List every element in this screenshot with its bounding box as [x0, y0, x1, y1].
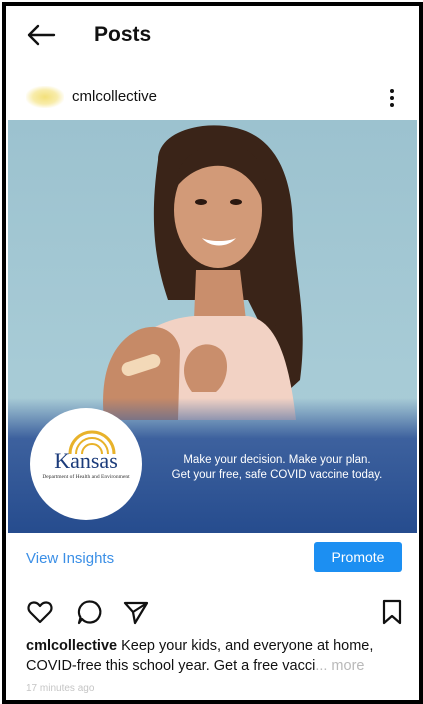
top-bar: Posts — [6, 6, 419, 66]
more-vertical-icon — [390, 89, 394, 107]
more-options-button[interactable] — [380, 84, 404, 112]
logo-subtitle: Department of Health and Environment — [42, 474, 130, 480]
banner-line-1: Make your decision. Make your plan. — [183, 454, 371, 466]
avatar[interactable] — [26, 86, 64, 108]
woman-photo — [103, 125, 303, 420]
save-button[interactable] — [380, 598, 410, 628]
like-button[interactable] — [26, 598, 56, 628]
phone-frame: Posts cmlcollective Kansas Department of… — [2, 2, 423, 704]
page-title: Posts — [94, 23, 152, 46]
logo-name: Kansas — [54, 448, 118, 473]
post-author-row: cmlcollective — [6, 78, 419, 118]
view-insights-link[interactable]: View Insights — [26, 550, 114, 567]
bookmark-icon — [382, 599, 402, 625]
back-arrow-icon — [27, 24, 56, 46]
post-actions-row — [6, 596, 419, 630]
promote-button[interactable]: Promote — [314, 542, 402, 572]
back-button[interactable] — [24, 20, 58, 50]
post-timestamp: 17 minutes ago — [26, 683, 95, 694]
post-caption: cmlcollective Keep your kids, and everyo… — [26, 636, 402, 676]
post-image[interactable]: Kansas Department of Health and Environm… — [8, 120, 417, 533]
author-username[interactable]: cmlcollective — [72, 88, 157, 105]
heart-icon — [27, 601, 53, 624]
caption-username[interactable]: cmlcollective — [26, 638, 117, 654]
caption-more-link[interactable]: ... more — [315, 658, 364, 674]
banner-text: Make your decision. Make your plan. Get … — [146, 453, 408, 483]
comment-button[interactable] — [76, 598, 106, 628]
send-icon — [123, 601, 149, 625]
kansas-logo: Kansas Department of Health and Environm… — [30, 408, 142, 520]
banner-line-2: Get your free, safe COVID vaccine today. — [171, 469, 383, 481]
insights-row: View Insights Promote — [6, 538, 419, 582]
share-button[interactable] — [122, 598, 152, 628]
comment-icon — [77, 600, 102, 625]
